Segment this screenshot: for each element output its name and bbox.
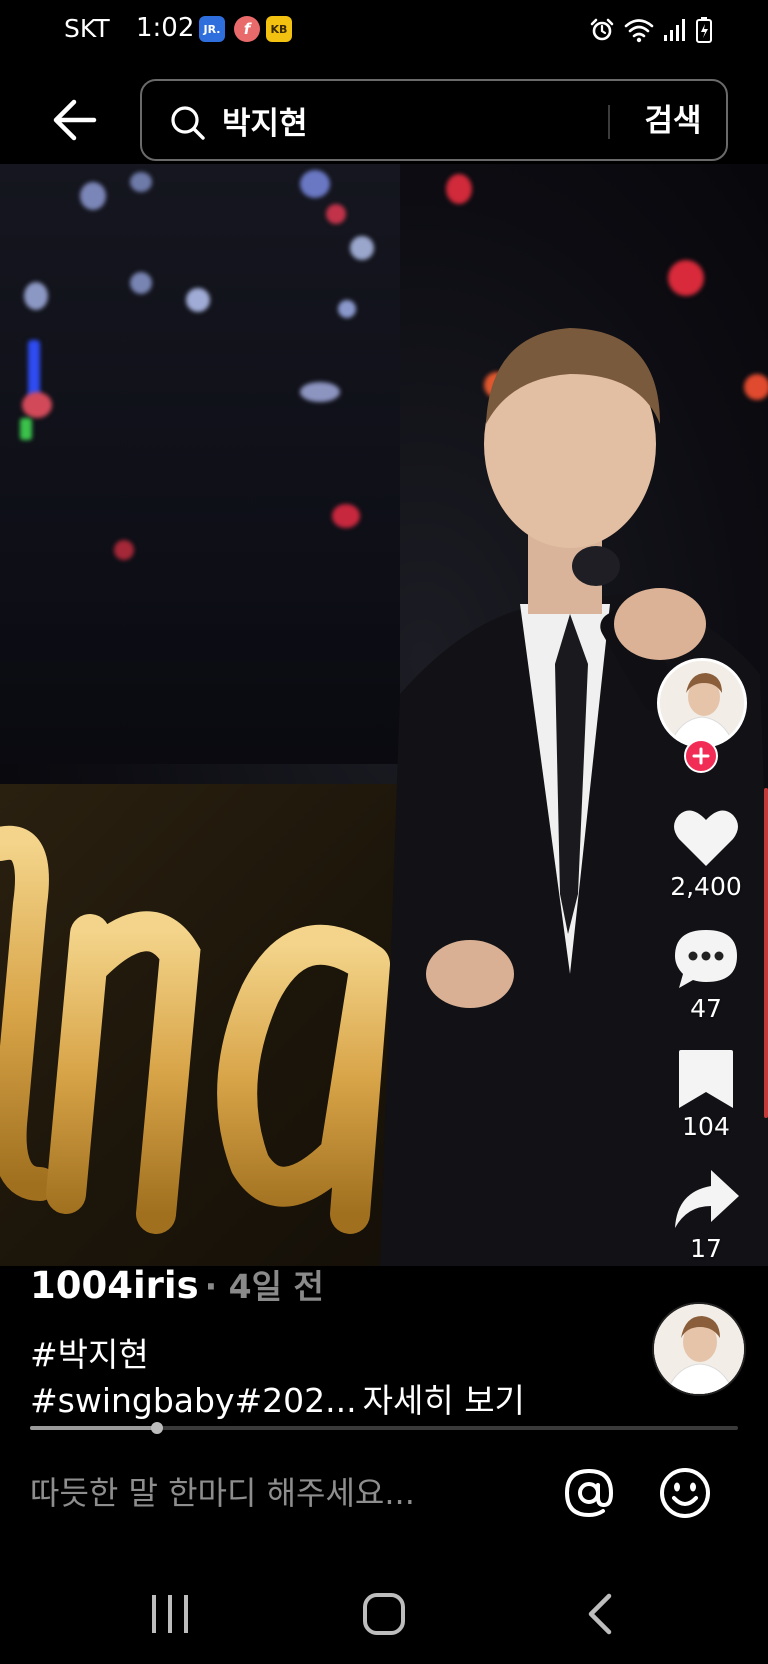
alarm-icon (590, 18, 614, 41)
mention-button[interactable] (560, 1464, 618, 1522)
progress-knob[interactable] (151, 1422, 164, 1434)
status-indicators (589, 16, 712, 44)
carrier-label: SKT (64, 14, 110, 43)
chevron-left-icon (588, 1593, 612, 1635)
clock: 1:02 (136, 13, 195, 43)
see-more-link[interactable]: 자세히 보기 (363, 1381, 525, 1420)
comment-bar (0, 1440, 768, 1550)
share-count: 17 (690, 1234, 722, 1263)
like-button[interactable]: 2,400 (654, 806, 758, 901)
hashtag-secondary: #swingbaby#202... 자세히 보기 (30, 1374, 525, 1422)
battery-icon (696, 17, 712, 43)
search-box[interactable]: 검색 (140, 79, 728, 161)
home-icon (363, 1593, 405, 1635)
follow-button[interactable] (684, 739, 718, 773)
comment-input[interactable] (30, 1468, 510, 1518)
music-avatar[interactable] (652, 1302, 746, 1396)
music-portrait-icon (654, 1304, 744, 1394)
recent-apps-button[interactable] (130, 1584, 210, 1644)
emoji-button[interactable] (656, 1464, 714, 1522)
avatar-portrait-icon (660, 661, 744, 745)
post-time: · 4일 전 (204, 1267, 324, 1306)
bookmark-count: 104 (682, 1112, 730, 1141)
home-button[interactable] (344, 1584, 424, 1644)
creator-avatar[interactable] (657, 658, 747, 748)
status-bar: SKT 1:02 JR. f KB (0, 0, 768, 60)
hashtag-text[interactable]: #swingbaby#202... (30, 1381, 357, 1420)
progress-fill (30, 1426, 158, 1430)
like-count: 2,400 (670, 872, 742, 901)
bookmark-icon (679, 1050, 733, 1108)
share-arrow-icon (675, 1170, 739, 1228)
stage-background (0, 164, 400, 764)
wifi-icon (624, 19, 654, 43)
search-icon (171, 106, 205, 140)
author-line: 1004iris · 4일 전 (30, 1264, 324, 1308)
search-divider (608, 105, 610, 139)
back-button[interactable] (44, 90, 104, 150)
jr-app-icon: JR. (199, 16, 225, 42)
signal-icon (664, 19, 685, 41)
smiley-icon (660, 1468, 710, 1518)
f-app-icon: f (234, 16, 260, 42)
heart-icon (674, 810, 738, 866)
author-name[interactable]: 1004iris (30, 1264, 199, 1307)
edge-indicator (764, 788, 768, 1118)
comment-button[interactable]: 47 (654, 926, 758, 1023)
arrow-left-icon (53, 99, 97, 141)
at-sign-icon (564, 1468, 614, 1518)
video-player[interactable] (0, 164, 768, 1266)
kb-app-icon: KB (266, 16, 292, 42)
search-header: 검색 (0, 60, 768, 164)
bookmark-button[interactable]: 104 (654, 1048, 758, 1141)
search-button[interactable]: 검색 (630, 99, 716, 143)
share-button[interactable]: 17 (654, 1166, 758, 1263)
post-info: 1004iris · 4일 전 #박지현 #swingbaby#202... 자세히… (0, 1264, 768, 1430)
search-input[interactable] (222, 95, 622, 145)
plus-icon (692, 747, 710, 765)
comment-bubble-icon (675, 930, 737, 988)
system-nav-bar (0, 1560, 768, 1664)
hashtag-primary[interactable]: #박지현 (30, 1328, 149, 1376)
comment-count: 47 (690, 994, 722, 1023)
video-progress-bar[interactable] (30, 1422, 738, 1434)
system-back-button[interactable] (560, 1584, 640, 1644)
recent-apps-icon (152, 1595, 188, 1633)
